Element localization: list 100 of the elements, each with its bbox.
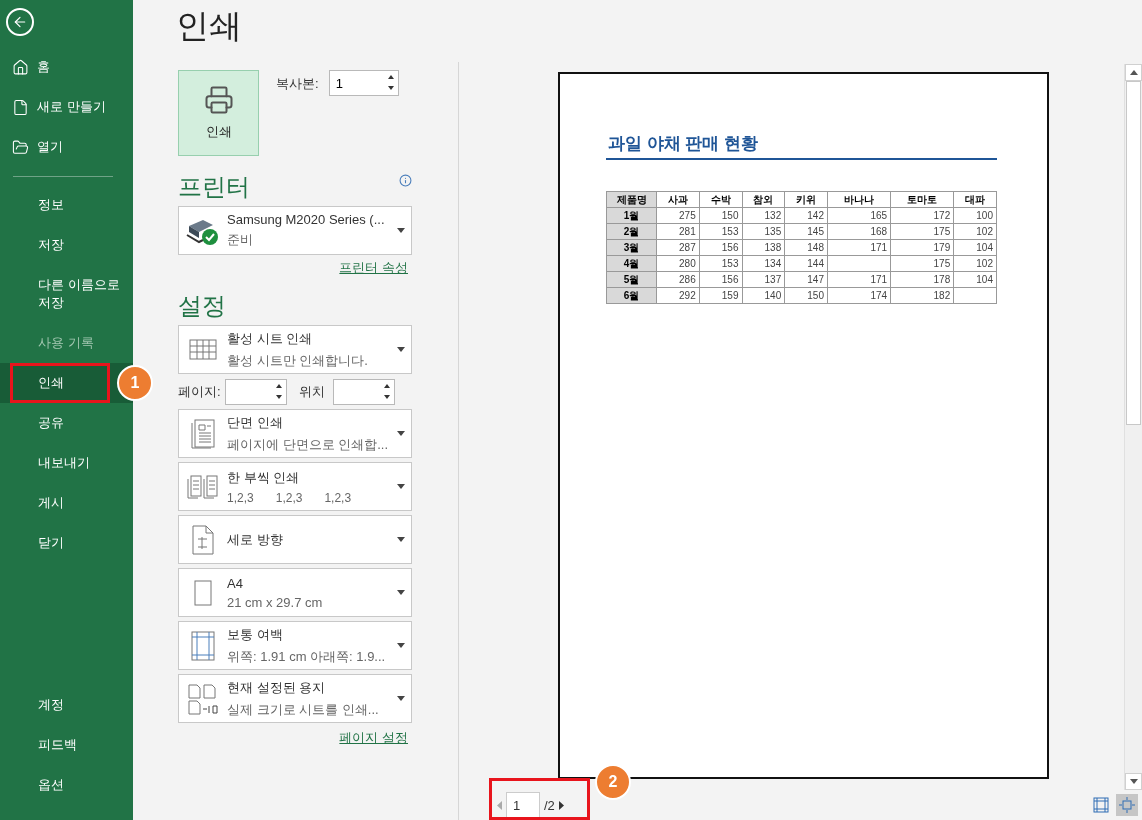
previous-page-button[interactable] bbox=[497, 800, 502, 810]
down-triangle-icon bbox=[1129, 779, 1138, 784]
table-cell: 138 bbox=[742, 239, 785, 256]
table-cell: 144 bbox=[784, 255, 828, 272]
printer-properties-link[interactable]: 프린터 속성 bbox=[339, 259, 408, 277]
caret-icon bbox=[397, 228, 405, 233]
table-cell: 150 bbox=[784, 287, 828, 304]
option-title: 현재 설정된 용지 bbox=[227, 678, 327, 697]
table-cell: 175 bbox=[890, 255, 954, 272]
table-cell: 142 bbox=[784, 207, 828, 224]
table-cell: 287 bbox=[656, 239, 700, 256]
caret-icon bbox=[397, 484, 405, 489]
settings-dropdown[interactable]: 세로 방향 bbox=[178, 515, 412, 564]
table-cell: 102 bbox=[953, 255, 997, 272]
sidebar-item[interactable]: 새로 만들기 bbox=[0, 87, 133, 127]
option-subtitle: 활성 시트만 인쇄합니다. bbox=[227, 351, 368, 370]
table-header: 바나나 bbox=[827, 191, 891, 208]
settings-dropdown[interactable]: 보통 여백 위쪽: 1.91 cm 아래쪽: 1.9... bbox=[178, 621, 412, 670]
right-triangle-icon bbox=[558, 800, 564, 810]
option-title: 세로 방향 bbox=[227, 530, 283, 549]
table-header: 참외 bbox=[742, 191, 785, 208]
copies-field[interactable]: 1 bbox=[328, 70, 399, 96]
table-cell: 175 bbox=[890, 223, 954, 240]
table-cell: 140 bbox=[742, 287, 785, 304]
sidebar-item[interactable]: 저장 bbox=[0, 225, 133, 265]
fit-page-icon bbox=[1119, 797, 1135, 813]
sidebar-item[interactable]: 옵션 bbox=[0, 765, 133, 805]
spin-arrows-icon[interactable] bbox=[387, 75, 394, 90]
table-cell: 145 bbox=[784, 223, 828, 240]
margins-icon bbox=[191, 630, 215, 661]
sidebar-item[interactable]: 다른 이름으로 저장 bbox=[0, 265, 133, 323]
table-cell: 171 bbox=[827, 271, 891, 288]
caret-icon bbox=[397, 696, 405, 701]
document-title: 과일 야채 판매 현황 bbox=[606, 132, 997, 160]
folder-icon bbox=[12, 138, 29, 156]
page-from-field[interactable] bbox=[224, 378, 287, 405]
print-button[interactable]: 인쇄 bbox=[178, 70, 259, 156]
spin-arrows-icon[interactable] bbox=[383, 383, 390, 399]
page-to-field[interactable] bbox=[332, 378, 395, 405]
option-subtitle: 1,2,3 bbox=[275, 490, 303, 505]
option-subtitle: 1,2,3 bbox=[324, 490, 352, 505]
page-setup-link[interactable]: 페이지 설정 bbox=[339, 729, 408, 747]
scrollbar[interactable] bbox=[1124, 64, 1142, 790]
caret-icon bbox=[397, 590, 405, 595]
info-icon[interactable] bbox=[399, 174, 412, 187]
sidebar-item[interactable]: 홈 bbox=[0, 47, 133, 87]
scroll-up-button[interactable] bbox=[1125, 64, 1142, 81]
scrollbar-thumb[interactable] bbox=[1126, 81, 1141, 425]
option-title: 활성 시트 인쇄 bbox=[227, 329, 314, 348]
option-subtitle: 21 cm x 29.7 cm bbox=[227, 594, 323, 610]
settings-dropdown[interactable]: 단면 인쇄 페이지에 단면으로 인쇄합... bbox=[178, 409, 412, 458]
page-number-field[interactable]: 1 bbox=[506, 792, 540, 818]
sidebar-item[interactable]: 열기 bbox=[0, 127, 133, 167]
option-subtitle: 위쪽: 1.91 cm 아래쪽: 1.9... bbox=[227, 647, 386, 666]
printer-status: 준비 bbox=[227, 231, 254, 249]
table-cell: 156 bbox=[699, 239, 742, 256]
view-button[interactable] bbox=[1090, 794, 1112, 816]
table-header: 제품명 bbox=[606, 191, 657, 208]
sidebar-item[interactable]: 게시 bbox=[0, 483, 133, 523]
home-icon bbox=[12, 58, 29, 76]
table-cell: 172 bbox=[890, 207, 954, 224]
sidebar-item[interactable]: 계정 bbox=[0, 685, 133, 725]
settings-dropdown[interactable]: 한 부씩 인쇄 1,2,3 1,2,3 1,2,3 bbox=[178, 462, 412, 511]
sidebar-item[interactable]: 정보 bbox=[0, 185, 133, 225]
scaled-pages-icon bbox=[187, 682, 219, 715]
table-cell: 286 bbox=[656, 271, 700, 288]
sidebar-item[interactable]: 피드백 bbox=[0, 725, 133, 765]
table-cell: 150 bbox=[699, 207, 742, 224]
table-header: 사과 bbox=[656, 191, 700, 208]
table-cell: 156 bbox=[699, 271, 742, 288]
settings-dropdown[interactable]: 활성 시트 인쇄 활성 시트만 인쇄합니다. bbox=[178, 325, 412, 374]
portrait-page-icon bbox=[192, 524, 214, 555]
table-cell: 179 bbox=[890, 239, 954, 256]
settings-dropdown[interactable]: 현재 설정된 용지 실제 크기로 시트를 인쇄... bbox=[178, 674, 412, 723]
printer-dropdown[interactable]: Samsung M2020 Series (... 준비 bbox=[178, 206, 412, 255]
spin-arrows-icon[interactable] bbox=[275, 383, 282, 399]
table-cell: 281 bbox=[656, 223, 700, 240]
step-marker: 1 bbox=[117, 365, 153, 401]
printer-icon bbox=[203, 85, 234, 115]
sidebar-item[interactable]: 닫기 bbox=[0, 523, 133, 563]
sidebar-item[interactable]: 공유 bbox=[0, 403, 133, 443]
table-cell: 275 bbox=[656, 207, 700, 224]
next-page-button[interactable] bbox=[558, 800, 564, 810]
option-title: A4 bbox=[227, 575, 244, 591]
back-button[interactable] bbox=[6, 8, 34, 36]
section-heading: 프린터 bbox=[178, 172, 250, 202]
table-cell: 178 bbox=[890, 271, 954, 288]
option-title: 단면 인쇄 bbox=[227, 413, 284, 432]
table-cell: 280 bbox=[656, 255, 700, 272]
option-title: 보통 여백 bbox=[227, 625, 284, 644]
page-icon bbox=[194, 579, 212, 606]
table-cell: 104 bbox=[953, 271, 997, 288]
sidebar-item[interactable]: 내보내기 bbox=[0, 443, 133, 483]
scroll-down-button[interactable] bbox=[1125, 773, 1142, 790]
table-cell: 165 bbox=[827, 207, 891, 224]
table-cell: 174 bbox=[827, 287, 891, 304]
step-marker: 2 bbox=[595, 764, 631, 800]
table-cell: 147 bbox=[784, 271, 828, 288]
settings-dropdown[interactable]: A4 21 cm x 29.7 cm bbox=[178, 568, 412, 617]
printer-name: Samsung M2020 Series (... bbox=[227, 212, 385, 227]
